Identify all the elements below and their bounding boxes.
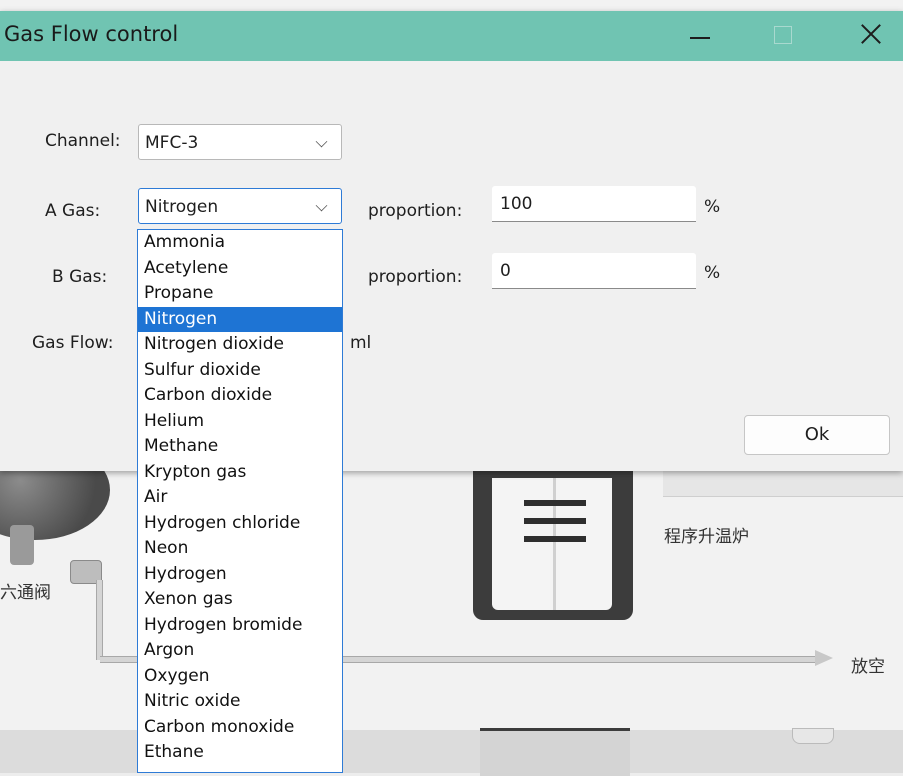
flow-arrow-icon bbox=[815, 650, 833, 666]
dropdown-option[interactable]: Helium bbox=[138, 409, 342, 435]
close-icon bbox=[860, 23, 882, 45]
minimize-button[interactable] bbox=[672, 11, 728, 61]
dropdown-option[interactable]: Carbon dioxide bbox=[138, 383, 342, 409]
gas-flow-unit: ml bbox=[350, 333, 372, 353]
dropdown-option[interactable]: Xenon gas bbox=[138, 587, 342, 613]
furnace-chamber bbox=[492, 478, 612, 610]
a-proportion-input[interactable]: 100 bbox=[492, 186, 696, 222]
dropdown-option[interactable]: Nitrogen bbox=[138, 306, 342, 332]
a-gas-select[interactable]: Nitrogen bbox=[138, 188, 342, 224]
dropdown-option[interactable]: Krypton gas bbox=[138, 460, 342, 486]
dropdown-option[interactable]: Air bbox=[138, 485, 342, 511]
ok-button[interactable]: Ok bbox=[744, 415, 890, 455]
furnace-tube bbox=[553, 478, 556, 610]
b-proportion-label: proportion: bbox=[368, 267, 463, 287]
dropdown-option[interactable]: Argon bbox=[138, 638, 342, 664]
maximize-icon bbox=[774, 26, 792, 44]
a-proportion-value: 100 bbox=[500, 194, 533, 214]
channel-select-value: MFC-3 bbox=[145, 133, 199, 153]
background-bottom-bar bbox=[0, 730, 903, 773]
minimize-icon bbox=[690, 37, 710, 39]
a-gas-dropdown-list[interactable]: Ammonia Acetylene Propane Nitrogen Nitrogen … bbox=[137, 229, 343, 773]
close-button[interactable] bbox=[842, 11, 898, 61]
dropdown-option[interactable]: Carbon monoxide bbox=[138, 715, 342, 741]
dropdown-option[interactable]: Nitrogen dioxide bbox=[138, 332, 342, 358]
dropdown-option[interactable]: Hydrogen bromide bbox=[138, 613, 342, 639]
furnace-heater-bar bbox=[524, 518, 586, 524]
b-proportion-value: 0 bbox=[500, 261, 511, 281]
gas-flow-dialog: Gas Flow control Channel: MFC-3 A Gas: N… bbox=[0, 11, 903, 471]
dropdown-option[interactable]: Nitric oxide bbox=[138, 689, 342, 715]
dropdown-option[interactable]: Sulfur dioxide bbox=[138, 358, 342, 384]
dropdown-option[interactable]: Propane bbox=[138, 281, 342, 307]
b-percent-unit: % bbox=[704, 263, 721, 283]
b-proportion-input[interactable]: 0 bbox=[492, 253, 696, 289]
background-bottom-panel bbox=[480, 728, 630, 776]
valve-label: 六通阀 bbox=[0, 583, 51, 603]
dropdown-option[interactable]: Acetylene bbox=[138, 256, 342, 282]
channel-select[interactable]: MFC-3 bbox=[138, 124, 342, 160]
window-title: Gas Flow control bbox=[4, 22, 179, 46]
b-gas-label: B Gas: bbox=[52, 267, 108, 287]
dropdown-option[interactable]: Methane bbox=[138, 434, 342, 460]
pipe-vertical bbox=[96, 580, 103, 660]
dropdown-option[interactable]: Neon bbox=[138, 536, 342, 562]
dropdown-option[interactable]: Ethane bbox=[138, 740, 342, 766]
a-percent-unit: % bbox=[704, 197, 721, 217]
a-proportion-label: proportion: bbox=[368, 201, 463, 221]
furnace-label: 程序升温炉 bbox=[664, 527, 749, 547]
furnace-heater-bar bbox=[524, 536, 586, 542]
a-gas-select-value: Nitrogen bbox=[145, 197, 219, 217]
dropdown-option[interactable]: Hydrogen bbox=[138, 562, 342, 588]
dropdown-option[interactable]: Ammonia bbox=[138, 230, 342, 256]
valve-stem-graphic bbox=[10, 525, 34, 565]
title-bar[interactable]: Gas Flow control bbox=[0, 11, 903, 61]
chevron-down-icon bbox=[315, 199, 328, 212]
a-gas-label: A Gas: bbox=[45, 201, 101, 221]
chevron-down-icon bbox=[315, 135, 328, 148]
background-bottom-tab bbox=[792, 728, 834, 744]
dropdown-option[interactable]: Hydrogen chloride bbox=[138, 511, 342, 537]
dropdown-option[interactable]: Oxygen bbox=[138, 664, 342, 690]
maximize-button[interactable] bbox=[754, 11, 810, 61]
background-panel bbox=[663, 470, 903, 497]
channel-label: Channel: bbox=[45, 131, 121, 151]
gas-flow-label: Gas Flow: bbox=[32, 333, 114, 353]
vent-label: 放空 bbox=[851, 657, 885, 677]
furnace-heater-bar bbox=[524, 500, 586, 506]
